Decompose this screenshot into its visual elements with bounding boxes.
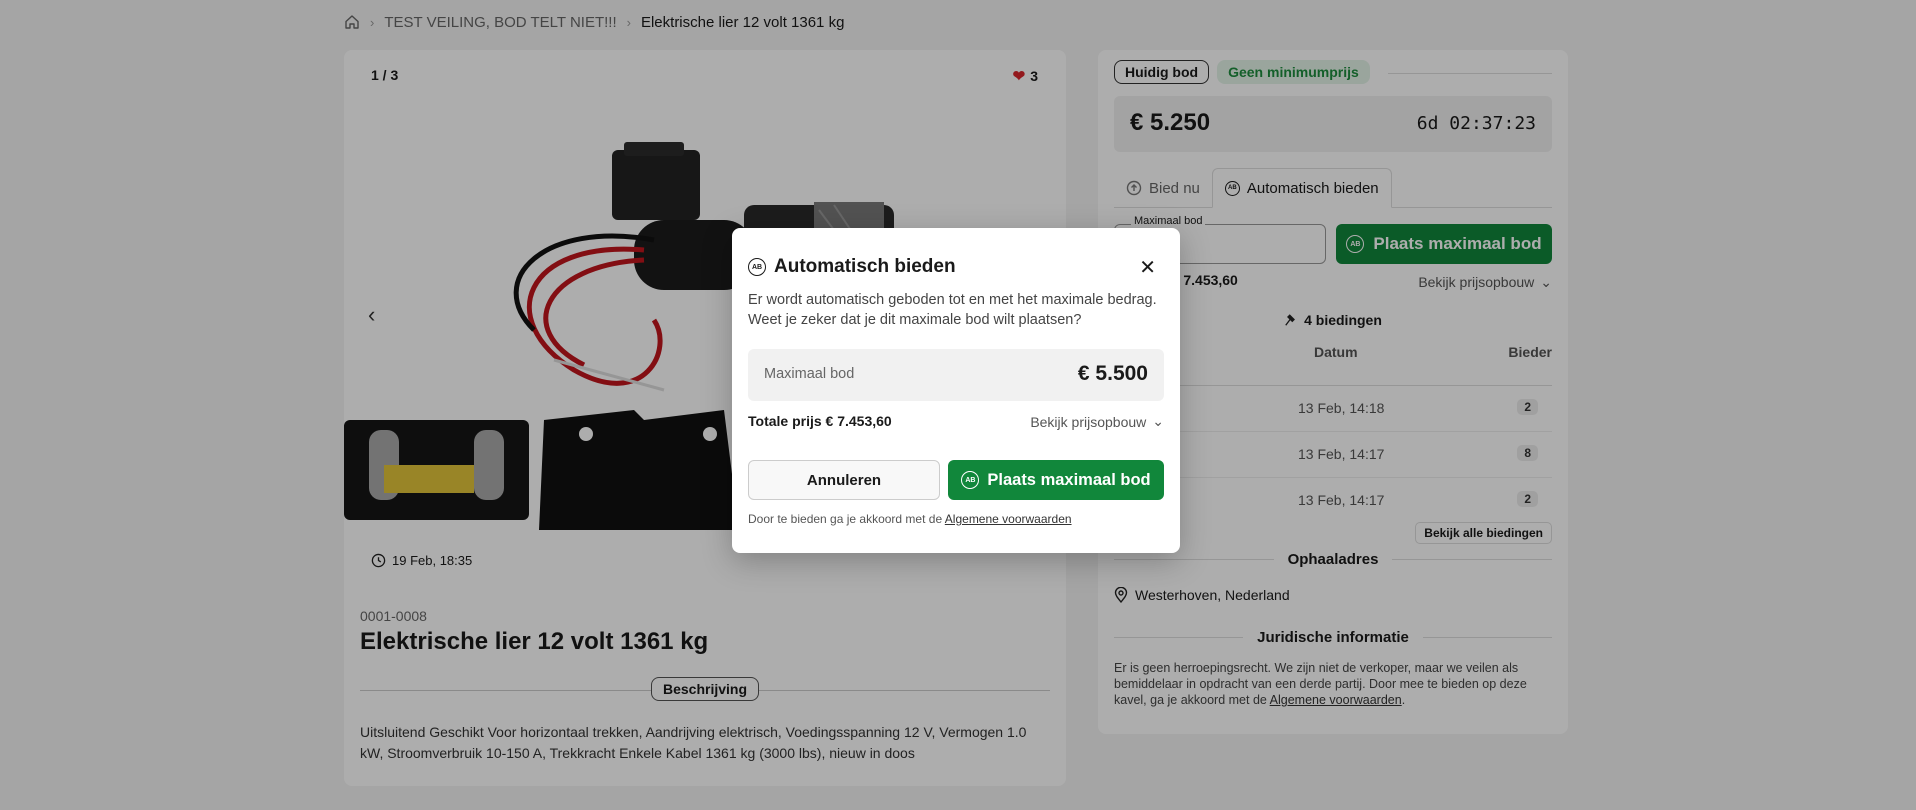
modal-title: AB Automatisch bieden <box>748 256 956 278</box>
max-bid-field-value: € 5.500 <box>1077 362 1148 385</box>
max-bid-field-label: Maximaal bod <box>764 366 855 382</box>
modal-description: Er wordt automatisch geboden tot en met … <box>748 292 1157 328</box>
chevron-down-icon: ⌄ <box>1152 413 1164 429</box>
modal-total-row: Totale prijs € 7.453,60 Bekijk prijsopbo… <box>748 413 1164 430</box>
confirm-max-bid-button[interactable]: AB Plaats maximaal bod <box>948 460 1164 500</box>
auto-bid-icon: AB <box>961 471 980 489</box>
modal-terms-link[interactable]: Algemene voorwaarden <box>945 512 1072 526</box>
modal-breakdown-label: Bekijk prijsopbouw <box>1030 413 1147 430</box>
modal-terms: Door te bieden ga je akkoord met de Alge… <box>748 512 1072 526</box>
modal-price-breakdown-toggle[interactable]: Bekijk prijsopbouw ⌄ <box>1030 413 1164 430</box>
max-bid-field: Maximaal bod € 5.500 <box>748 349 1164 401</box>
cancel-button[interactable]: Annuleren <box>748 460 940 500</box>
modal-total-price: Totale prijs € 7.453,60 <box>748 413 892 429</box>
confirm-max-bid-label: Plaats maximaal bod <box>987 470 1151 489</box>
close-icon[interactable]: ✕ <box>1139 258 1156 278</box>
auto-bid-modal: AB Automatisch bieden ✕ Er wordt automat… <box>732 228 1180 553</box>
auto-bid-icon: AB <box>748 258 766 276</box>
modal-title-text: Automatisch bieden <box>774 256 956 277</box>
